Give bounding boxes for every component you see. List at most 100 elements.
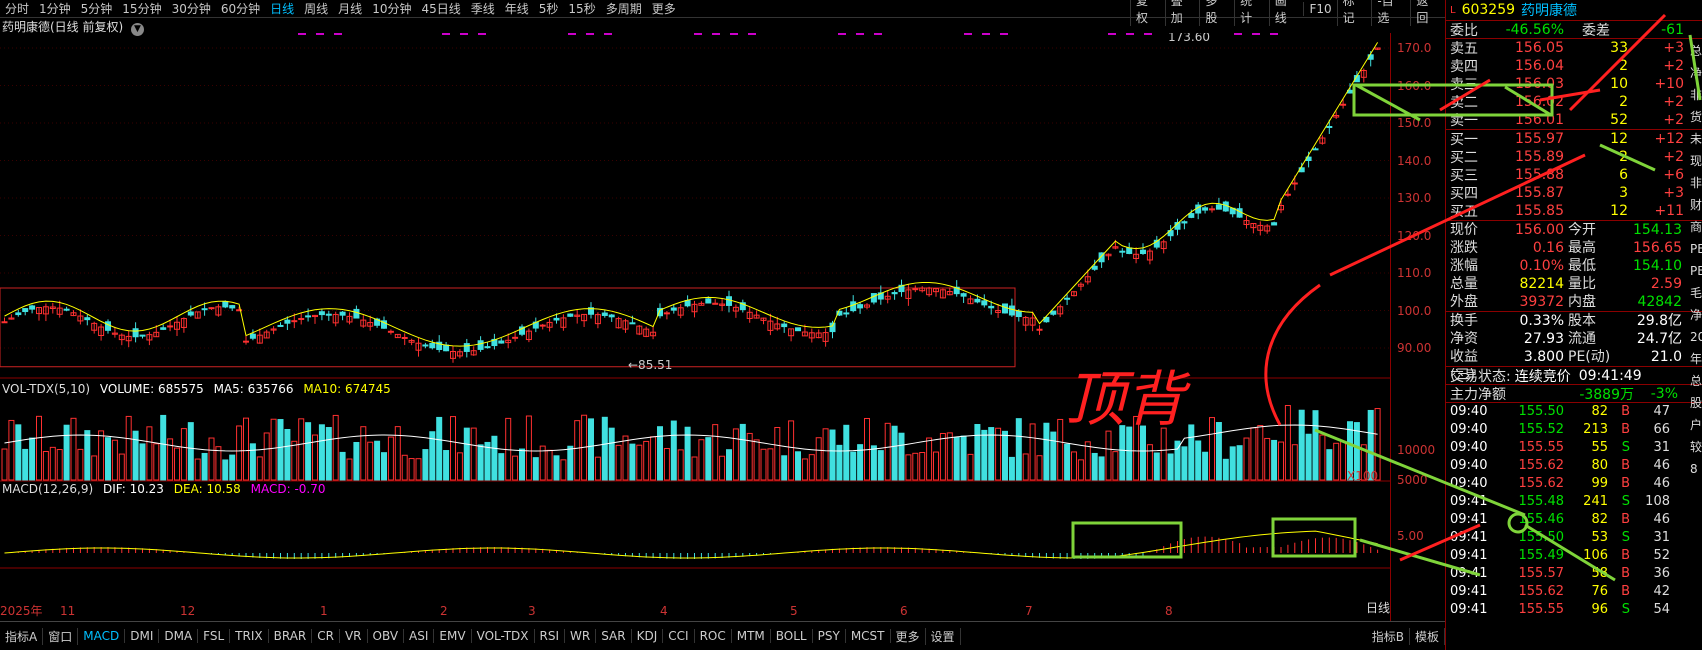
- low-marker: ←85.51: [628, 358, 672, 372]
- indicator-tab[interactable]: DMI: [125, 629, 160, 643]
- indicator-tab[interactable]: BRAR: [269, 629, 313, 643]
- indicator-tab[interactable]: 设置: [926, 627, 961, 645]
- candle-body: [1284, 193, 1291, 196]
- indicator-tab[interactable]: KDJ: [632, 629, 664, 643]
- period-tab[interactable]: 15秒: [563, 0, 600, 17]
- candle-body: [629, 322, 636, 325]
- period-tab[interactable]: 更多: [647, 0, 681, 17]
- quote-cell: 2.59: [1650, 276, 1682, 292]
- indicator-tab[interactable]: 指标A: [0, 627, 44, 645]
- kline-chart[interactable]: 173.60←85.512025年 11 12 1 2 3 4 5 6 7 8: [0, 33, 1445, 621]
- toolbar-button[interactable]: 返回: [1410, 0, 1445, 26]
- candle-body: [1119, 250, 1126, 253]
- status-value: 连续竞价: [1514, 368, 1571, 385]
- volume-bar: [1015, 418, 1022, 481]
- order-book-row: 买二 155.89 2 +2: [1446, 148, 1702, 166]
- volume-bar: [270, 418, 277, 481]
- indicator-tab[interactable]: WR: [565, 629, 597, 643]
- indicator-tab[interactable]: CCI: [663, 629, 695, 643]
- candle-body: [1326, 125, 1333, 128]
- quote-cell: 收益(三): [1450, 349, 1478, 383]
- period-tab[interactable]: 45日线: [416, 0, 465, 17]
- candle-body: [960, 293, 967, 297]
- book-volume: 2: [1619, 94, 1628, 110]
- quote-cell: PE(动): [1568, 349, 1611, 365]
- period-tab[interactable]: 分时: [0, 0, 34, 17]
- period-tab[interactable]: 季线: [466, 0, 500, 17]
- volume-bar: [1229, 446, 1236, 481]
- indicator-tab[interactable]: OBV: [368, 629, 405, 643]
- x-axis-label: 2025年: [0, 604, 43, 618]
- tick-cell: 155.62: [1518, 584, 1565, 599]
- quote-cell: 现价: [1450, 222, 1478, 238]
- period-tab[interactable]: 5秒: [534, 0, 564, 17]
- volume-bar: [1126, 426, 1133, 481]
- period-tab[interactable]: 月线: [333, 0, 367, 17]
- indicator-tab[interactable]: TRIX: [230, 629, 269, 643]
- tick-list[interactable]: 09:40 155.50 82 B 47 09:40 155.52 213 B 66 09:40 15…: [1446, 402, 1702, 619]
- volume-bar: [1077, 459, 1084, 481]
- indicator-tab[interactable]: MTM: [732, 629, 771, 643]
- book-label: 买一: [1450, 132, 1478, 148]
- indicator-tab[interactable]: PSY: [813, 629, 846, 643]
- volume-bar: [567, 445, 574, 481]
- period-tab[interactable]: 年线: [500, 0, 534, 17]
- volume-bar: [670, 420, 677, 481]
- indicator-tab[interactable]: EMV: [434, 629, 472, 643]
- indicator-tab[interactable]: VOL-TDX: [472, 629, 535, 643]
- candle-body: [15, 312, 22, 316]
- template-button[interactable]: 指标B: [1367, 627, 1410, 645]
- period-tab[interactable]: 多周期: [601, 0, 647, 17]
- event-marker: [478, 33, 486, 35]
- indicator-tab[interactable]: FSL: [198, 629, 231, 643]
- volume-bar: [691, 456, 698, 481]
- y-axis-label: 90.00: [1397, 341, 1432, 355]
- period-tab[interactable]: 1分钟: [34, 0, 76, 17]
- volume-bar: [1333, 442, 1340, 481]
- indicator-tab[interactable]: ROC: [695, 629, 732, 643]
- indicator-tab[interactable]: VR: [340, 629, 368, 643]
- toolbar-button[interactable]: F10: [1303, 2, 1336, 16]
- period-tab[interactable]: 周线: [299, 0, 333, 17]
- volume-bar: [753, 439, 760, 481]
- candle-body: [1008, 305, 1015, 316]
- indicator-tab[interactable]: RSI: [535, 629, 566, 643]
- side-label: 非: [1690, 88, 1702, 102]
- macd-axis-label: 5.00: [1397, 529, 1424, 543]
- candle-body: [1091, 265, 1098, 270]
- quote-cell: 154.10: [1633, 258, 1682, 274]
- volume-bar: [1195, 440, 1202, 481]
- indicator-tab[interactable]: 窗口: [43, 627, 79, 645]
- side-label: PE: [1690, 242, 1702, 256]
- tick-cell: 80: [1591, 458, 1608, 473]
- indicator-tab[interactable]: DMA: [159, 629, 199, 643]
- indicator-tab[interactable]: BOLL: [771, 629, 813, 643]
- indicator-tab[interactable]: CR: [312, 629, 340, 643]
- indicator-tab[interactable]: ASI: [404, 629, 435, 643]
- candle-body: [105, 321, 111, 331]
- period-tab[interactable]: 60分钟: [216, 0, 265, 17]
- event-marker: [1252, 33, 1260, 35]
- indicator-tab[interactable]: MACD: [78, 629, 126, 643]
- period-tab[interactable]: 日线: [265, 0, 299, 17]
- period-tab[interactable]: 5分钟: [76, 0, 118, 17]
- period-tab[interactable]: 10分钟: [367, 0, 416, 17]
- tick-cell: B: [1621, 584, 1630, 599]
- indicator-tab[interactable]: 更多: [891, 627, 926, 645]
- candle-body: [484, 346, 491, 349]
- template-button[interactable]: 模板: [1410, 627, 1445, 645]
- event-marker: [604, 33, 612, 35]
- volume-bar: [650, 436, 657, 481]
- indicator-tab[interactable]: MCST: [846, 629, 891, 643]
- book-label: 卖二: [1450, 95, 1478, 111]
- volume-bar: [801, 458, 808, 481]
- indicator-tab[interactable]: SAR: [596, 629, 632, 643]
- volume-bar: [788, 420, 795, 481]
- volume-bar: [1319, 434, 1326, 481]
- period-tab[interactable]: 15分钟: [117, 0, 166, 17]
- weicha-value: -61: [1661, 21, 1684, 38]
- volume-bar: [84, 430, 91, 481]
- period-tab[interactable]: 30分钟: [167, 0, 216, 17]
- volume-bar: [29, 437, 36, 481]
- volume-bar: [1098, 456, 1105, 481]
